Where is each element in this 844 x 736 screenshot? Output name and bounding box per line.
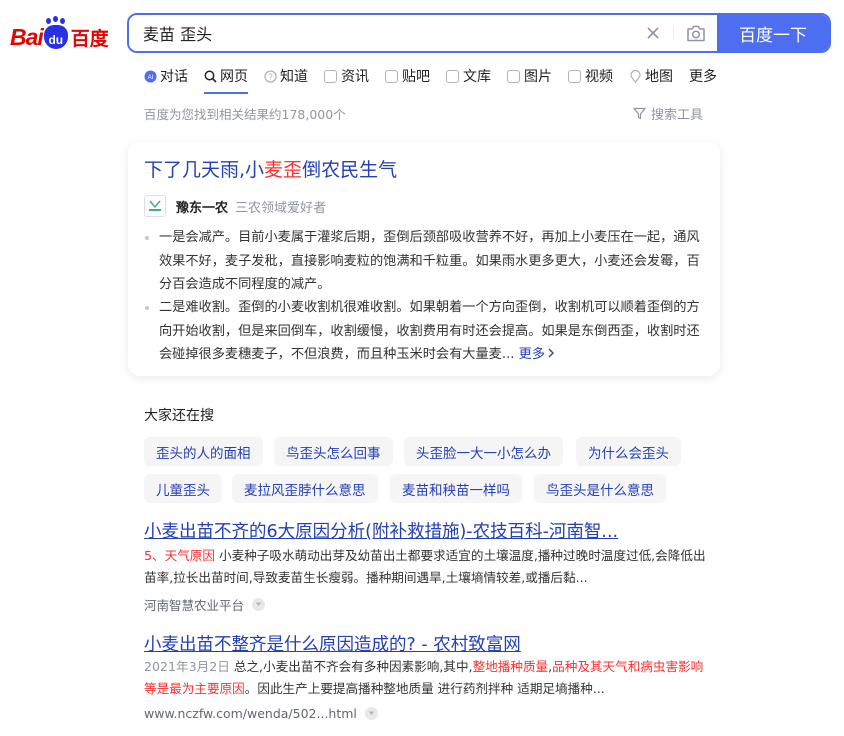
video-icon	[568, 69, 581, 83]
related-search-chip[interactable]: 麦拉风歪脖什么意思	[232, 474, 378, 503]
snippet-highlight: 整地播种质量	[472, 659, 549, 674]
filter-icon	[633, 107, 646, 120]
tab-map[interactable]: 地图	[629, 64, 673, 88]
logo-baidu-text: 百度	[70, 27, 109, 50]
tab-images[interactable]: 图片	[507, 64, 552, 88]
tab-news[interactable]: 资讯	[324, 64, 369, 88]
card-title-part: 下了几天雨,小	[144, 159, 265, 181]
search-input[interactable]	[129, 15, 633, 51]
result-title-link[interactable]: 小麦出苗不齐的6大原因分析(附补救措施)-农技百科-河南智...	[144, 518, 618, 543]
tab-label: 对话	[160, 69, 188, 85]
tab-label: 知道	[280, 69, 308, 85]
news-icon	[324, 69, 337, 83]
tab-label: 文库	[463, 69, 491, 85]
tieba-icon	[385, 69, 398, 83]
result-source-name: 河南智慧农业平台	[144, 598, 245, 613]
tab-label: 视频	[585, 69, 613, 85]
logo-bai-text: Bai	[10, 23, 44, 50]
tab-tieba[interactable]: 贴吧	[385, 64, 430, 88]
result-source[interactable]: www.nczfw.com/wenda/502...html	[144, 706, 378, 721]
result-snippet: 2021年3月2日 总之,小麦出苗不齐会有多种因素影响,其中,整地播种质量,品种…	[144, 656, 706, 700]
avatar[interactable]	[144, 195, 166, 217]
card-title-highlight: 麦歪	[264, 159, 303, 181]
snippet-highlight: 5、天气原因	[144, 548, 215, 563]
tab-web[interactable]: 网页	[204, 64, 248, 94]
author-logo-icon	[149, 200, 161, 211]
svg-text:AI: AI	[148, 75, 154, 81]
svg-text:?: ?	[268, 72, 273, 81]
document-icon	[446, 69, 459, 83]
card-paragraph-2: 二是难收割。歪倒的小麦收割机很难收割。如果朝着一个方向歪倒，收割机可以顺着歪倒的…	[144, 296, 706, 367]
tab-label: 更多	[689, 69, 717, 85]
card-paragraph-1: 一是会减产。目前小麦属于灌浆后期，歪倒后颈部吸收营养不好，再加上小麦压在一起，通…	[144, 226, 706, 297]
close-icon	[647, 27, 659, 39]
related-search-chip[interactable]: 儿童歪头	[144, 474, 222, 503]
related-search-chip[interactable]: 头歪脸一大一小怎么办	[404, 437, 563, 466]
tab-label: 图片	[524, 69, 552, 85]
camera-icon	[686, 25, 705, 41]
image-icon	[507, 69, 520, 83]
ai-chat-icon: AI	[144, 70, 157, 82]
card-source: 豫东一农 三农领域爱好者	[144, 195, 326, 217]
tab-label: 地图	[645, 69, 673, 85]
snippet-text: 小麦种子吸水萌动出芽及幼苗出土都要求适宜的土壤温度,播种过晚时温度过低,会降低出…	[144, 548, 706, 585]
source-dropdown-icon[interactable]	[252, 598, 266, 611]
chevron-right-icon	[548, 348, 555, 358]
tab-label: 贴吧	[402, 69, 430, 85]
map-icon	[630, 69, 641, 83]
more-link[interactable]: 更多	[519, 347, 555, 362]
tab-label: 资讯	[341, 69, 369, 85]
result-snippet: 5、天气原因 小麦种子吸水萌动出芽及幼苗出土都要求适宜的土壤温度,播种过晚时温度…	[144, 545, 706, 589]
tab-chat[interactable]: AI 对话	[144, 64, 188, 88]
result-title-link[interactable]: 小麦出苗不整齐是什么原因造成的? - 农村致富网	[144, 631, 521, 656]
related-searches-title: 大家还在搜	[144, 408, 214, 424]
search-button[interactable]: 百度一下	[717, 15, 829, 51]
tab-wenku[interactable]: 文库	[446, 64, 491, 88]
related-search-chip[interactable]: 麦苗和秧苗一样吗	[390, 474, 522, 503]
search-tools-label: 搜索工具	[651, 108, 704, 123]
clear-button[interactable]	[633, 15, 673, 51]
snippet-text: 总之,小麦出苗不齐会有多种因素影响,其中,	[229, 659, 473, 674]
search-box: 百度一下	[127, 13, 831, 53]
search-tabs: AI 对话 网页 ? 知道 资讯 贴吧 文库 图片 视频 地图 更多	[144, 64, 733, 94]
card-author[interactable]: 豫东一农	[176, 197, 228, 216]
result-date: 2021年3月2日	[144, 659, 230, 674]
result-stats: 百度为您找到相关结果约178,000个	[144, 107, 346, 122]
related-search-chip[interactable]: 鸟歪头是什么意思	[534, 474, 666, 503]
related-search-chip[interactable]: 歪头的人的面相	[144, 437, 263, 466]
card-title-part: 倒农民生气	[302, 159, 398, 181]
featured-card: 下了几天雨,小麦歪倒农民生气 豫东一农 三农领域爱好者 一是会减产。目前小麦属于…	[128, 142, 720, 376]
card-title-link[interactable]: 下了几天雨,小麦歪倒农民生气	[144, 155, 397, 182]
baidu-logo[interactable]: Bai du 百度	[10, 18, 109, 52]
tab-zhidao[interactable]: ? 知道	[264, 64, 308, 88]
paw-icon: du	[43, 18, 68, 49]
tab-more[interactable]: 更多	[689, 64, 717, 88]
tab-label: 网页	[220, 69, 248, 85]
result-source-url: www.nczfw.com/wenda/502...html	[144, 706, 357, 721]
image-search-button[interactable]	[673, 25, 717, 41]
related-search-chip[interactable]: 为什么会歪头	[576, 437, 681, 466]
result-source[interactable]: 河南智慧农业平台	[144, 595, 266, 614]
card-paragraph-text: 二是难收割。歪倒的小麦收割机很难收割。如果朝着一个方向歪倒，收割机可以顺着歪倒的…	[159, 300, 700, 362]
related-search-chip[interactable]: 鸟歪头怎么回事	[274, 437, 393, 466]
search-tools-button[interactable]: 搜索工具	[633, 104, 703, 123]
snippet-text: 。因此生产上要提高播种整地质量 进行药剂拌种 适期足墒播种...	[244, 681, 605, 696]
search-icon	[204, 70, 217, 83]
more-label: 更多	[518, 347, 546, 362]
source-dropdown-icon[interactable]	[364, 707, 378, 720]
card-author-tag: 三农领域爱好者	[235, 200, 327, 216]
tab-video[interactable]: 视频	[568, 64, 613, 88]
question-icon: ?	[264, 69, 277, 83]
